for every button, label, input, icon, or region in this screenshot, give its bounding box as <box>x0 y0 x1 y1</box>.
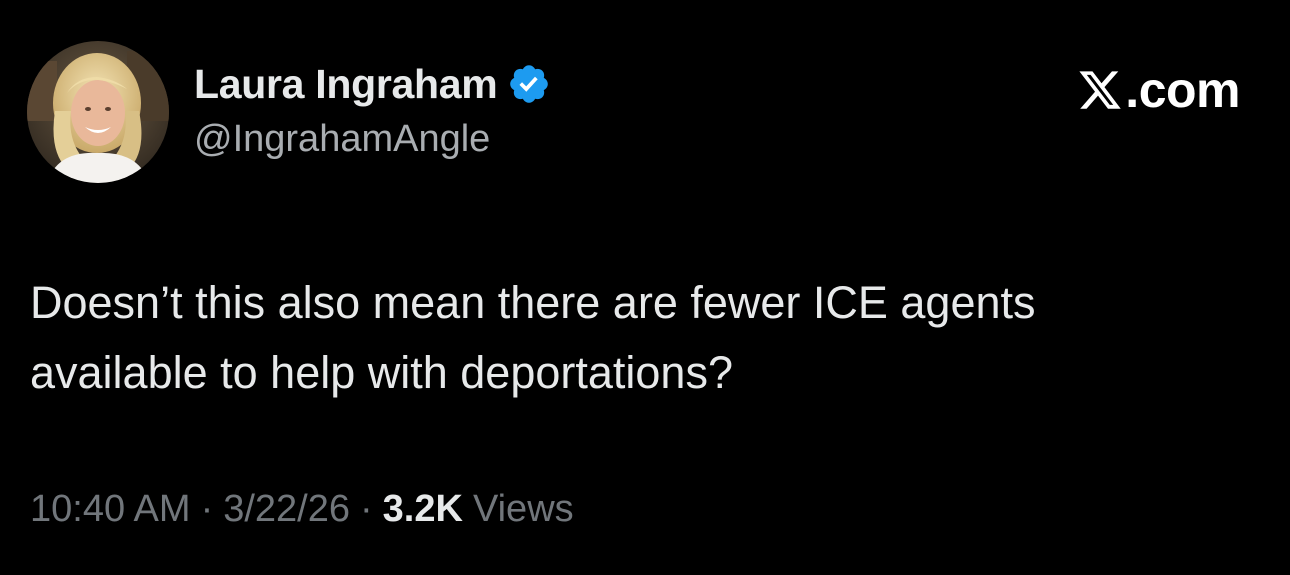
verified-badge-icon[interactable] <box>507 62 551 106</box>
author-handle[interactable]: @IngrahamAngle <box>194 118 490 161</box>
author-name-row: Laura Ingraham <box>194 58 551 110</box>
tweet-text: Doesn’t this also mean there are fewer I… <box>30 277 1036 398</box>
meta-separator: · <box>360 488 373 530</box>
views-count[interactable]: 3.2K <box>383 488 463 531</box>
tweet-time[interactable]: 10:40 AM <box>30 488 191 531</box>
x-logo-icon <box>1077 67 1123 113</box>
tweet-meta: 10:40 AM · 3/22/26 · 3.2K Views <box>30 488 574 531</box>
brand-text: .com <box>1125 62 1240 118</box>
avatar[interactable] <box>27 41 169 183</box>
tweet-date[interactable]: 3/22/26 <box>223 488 350 531</box>
views-label: Views <box>472 488 574 530</box>
avatar-image <box>27 41 169 183</box>
meta-separator: · <box>200 488 214 530</box>
author-display-name[interactable]: Laura Ingraham <box>194 61 498 108</box>
brand-watermark: .com <box>1077 62 1240 118</box>
tweet-card: Laura Ingraham @IngrahamAngle .com Doesn… <box>0 0 1290 575</box>
